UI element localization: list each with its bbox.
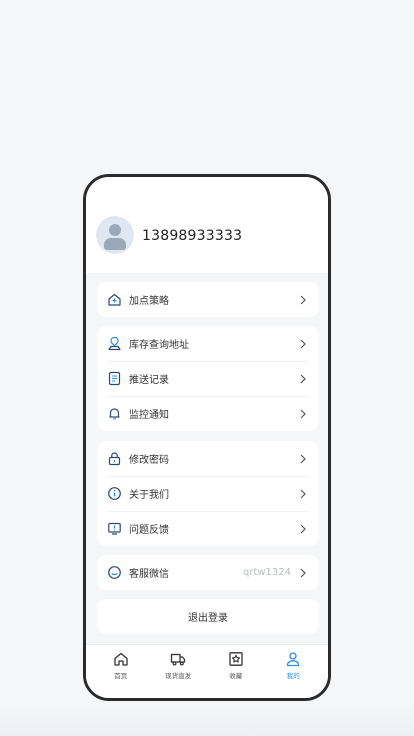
phone-frame: 13898933333 加点策略 库存查询地址 推送记录 监控通知 修改密码 关… <box>83 174 331 701</box>
truck-icon <box>171 653 186 666</box>
house-plus-icon <box>107 292 122 307</box>
menu-item-label: 库存查询地址 <box>129 340 189 351</box>
chevron-right-icon <box>300 489 306 498</box>
menu-item-about-us[interactable]: 关于我们 <box>97 476 319 511</box>
menu-item-label: 问题反馈 <box>129 525 169 536</box>
menu-item-label: 客服微信 <box>129 569 169 580</box>
chevron-right-icon <box>300 454 306 463</box>
user-phone-number: 13898933333 <box>142 228 243 244</box>
tab-favorites[interactable]: 收藏 <box>208 645 264 698</box>
chevron-right-icon <box>300 374 306 383</box>
menu-item-feedback[interactable]: 问题反馈 <box>97 511 319 546</box>
avatar-head <box>109 224 121 236</box>
menu-item-customer-wechat[interactable]: 客服微信 qrtw1324 <box>97 555 319 590</box>
background-decoration <box>0 706 414 736</box>
menu-item-monitor-notify[interactable]: 监控通知 <box>97 396 319 431</box>
menu-item-label: 关于我们 <box>129 490 169 501</box>
avatar[interactable] <box>96 216 134 254</box>
info-icon <box>107 486 122 501</box>
logout-button[interactable]: 退出登录 <box>97 599 319 634</box>
avatar-body <box>104 238 126 250</box>
menu-card-inventory: 库存查询地址 推送记录 监控通知 <box>97 326 319 431</box>
menu-item-strategy[interactable]: 加点策略 <box>97 282 319 317</box>
user-icon <box>287 652 300 667</box>
tab-spot-direct[interactable]: 现货直发 <box>150 645 206 698</box>
menu-item-label: 推送记录 <box>129 375 169 386</box>
menu-item-push-records[interactable]: 推送记录 <box>97 361 319 396</box>
tab-mine[interactable]: 我的 <box>265 645 321 698</box>
menu-card-account: 修改密码 关于我们 问题反馈 <box>97 441 319 546</box>
chevron-right-icon <box>300 409 306 418</box>
star-box-icon <box>229 652 243 666</box>
tab-label: 我的 <box>286 672 300 680</box>
smile-icon <box>107 565 122 580</box>
location-pin-icon <box>107 336 122 351</box>
tab-home[interactable]: 首页 <box>93 645 149 698</box>
wechat-id-value: qrtw1324 <box>242 567 291 578</box>
chevron-right-icon <box>300 295 306 304</box>
lock-icon <box>107 451 122 466</box>
chevron-right-icon <box>300 339 306 348</box>
menu-item-label: 修改密码 <box>129 455 169 466</box>
menu-item-label: 加点策略 <box>129 296 169 307</box>
menu-item-inventory-address[interactable]: 库存查询地址 <box>97 326 319 361</box>
chevron-right-icon <box>300 568 306 577</box>
tab-label: 收藏 <box>229 672 243 680</box>
chevron-right-icon <box>300 524 306 533</box>
tab-label: 现货直发 <box>165 672 192 680</box>
document-list-icon <box>107 371 122 386</box>
feedback-icon <box>107 521 122 536</box>
home-icon <box>114 652 128 666</box>
menu-item-label: 监控通知 <box>129 410 169 421</box>
tab-label: 首页 <box>114 672 128 680</box>
menu-card-support: 客服微信 qrtw1324 <box>97 555 319 590</box>
menu-card-strategy: 加点策略 <box>97 282 319 317</box>
bottom-tab-bar: 首页 现货直发 收藏 我的 <box>86 644 328 698</box>
profile-header: 13898933333 <box>86 177 328 273</box>
bell-icon <box>107 406 122 421</box>
menu-item-change-password[interactable]: 修改密码 <box>97 441 319 476</box>
